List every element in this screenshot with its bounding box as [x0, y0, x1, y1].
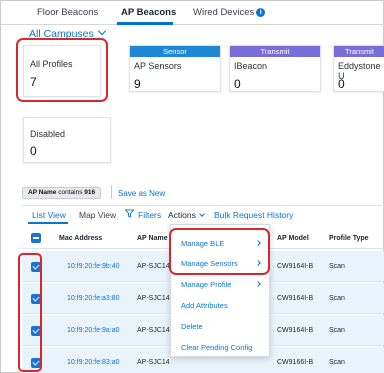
actions-button[interactable]: Actions [168, 210, 205, 220]
card-category-header: Transmit [334, 46, 384, 57]
campus-selector[interactable]: All Campuses [29, 26, 107, 40]
mac-address-link[interactable]: 10:f9:20:fe:9b:40 [67, 263, 120, 270]
card-label: AP Sensors [134, 61, 182, 71]
actions-label: Actions [168, 210, 196, 220]
card-label: Disabled [30, 129, 66, 139]
all-profiles-card[interactable]: All Profiles 7 [23, 45, 101, 97]
chevron-right-icon [255, 260, 261, 266]
card-value: 0 [234, 77, 241, 91]
disabled-card[interactable]: Disabled 0 [23, 117, 111, 163]
menu-item-manage-sensors[interactable]: Manage Sensors [181, 259, 238, 268]
filters-button[interactable]: Filters [138, 210, 161, 220]
card-value: 0 [30, 144, 37, 158]
menu-item-manage-ble[interactable]: Manage BLE [181, 239, 224, 248]
menu-item-manage-profile[interactable]: Manage Profile [181, 280, 231, 289]
ap-model-cell: CW9164I-B [277, 295, 314, 302]
chevron-right-icon [255, 240, 261, 246]
mac-address-link[interactable]: 10:f9:20:fe:a3:80 [67, 295, 120, 302]
ap-name-cell: AP-SJC14 [137, 359, 170, 366]
divider [111, 185, 112, 199]
column-header[interactable]: Profile Type [329, 235, 369, 242]
profile-type-cell: Scan [329, 263, 345, 270]
tab-wired-devices-label: Wired Devices [193, 7, 255, 18]
chip-value: 916 [84, 189, 96, 196]
tab-list-view[interactable]: List View [32, 210, 66, 220]
profile-type-cell: Scan [329, 295, 345, 302]
tab-floor-beacons[interactable]: Floor Beacons [37, 7, 98, 18]
column-header[interactable]: Mac Address [59, 235, 102, 242]
ap-model-cell: CW9164I-B [277, 327, 314, 334]
save-as-new-link[interactable]: Save as New [118, 189, 165, 198]
menu-item-clear-pending-config[interactable]: Clear Pending Config [181, 343, 252, 352]
mac-address-link[interactable]: 10:f9:20:fe:83:a0 [67, 359, 120, 366]
row-checkbox[interactable] [31, 326, 41, 336]
active-tab-indicator [117, 22, 173, 25]
actions-dropdown-menu: Manage BLE Manage Sensors Manage Profile… [170, 224, 270, 357]
info-icon[interactable]: i [256, 8, 266, 17]
card-value: 7 [30, 75, 37, 89]
ap-model-cell: CW9166I-B [277, 359, 314, 366]
ap-name-cell: AP-SJC14 [137, 295, 170, 302]
menu-item-add-attributes[interactable]: Add Attributes [181, 301, 228, 310]
select-all-checkbox[interactable] [31, 233, 41, 243]
filter-icon[interactable] [125, 209, 134, 218]
tab-map-view[interactable]: Map View [79, 210, 116, 220]
ap-model-cell: CW9164I-B [277, 263, 314, 270]
ibeacon-card[interactable]: Transmit IBeacon 0 [229, 45, 321, 92]
chip-field: AP Name [28, 189, 57, 196]
ap-name-cell: AP-SJC14 [137, 263, 170, 270]
menu-item-delete[interactable]: Delete [181, 322, 203, 331]
tab-ap-beacons[interactable]: AP Beacons [121, 7, 176, 18]
campus-label: All Campuses [29, 28, 94, 40]
profile-type-cell: Scan [329, 327, 345, 334]
card-label: IBeacon [234, 61, 268, 71]
card-category-header: Sensor [130, 46, 220, 57]
beacon-tabs: Floor Beacons AP Beacons Wired Devices i [1, 1, 384, 25]
eddystone-card[interactable]: Transmit Eddystone U 0 [333, 45, 384, 92]
ap-sensors-card[interactable]: Sensor AP Sensors 9 [129, 45, 221, 92]
card-value: 0 [338, 77, 345, 91]
filter-chip[interactable]: AP Name contains 916 [22, 187, 102, 199]
card-value: 9 [134, 77, 141, 91]
app-frame: Floor Beacons AP Beacons Wired Devices i … [0, 0, 384, 373]
chevron-down-icon [199, 211, 205, 217]
tab-wired-devices[interactable]: Wired Devices i [193, 7, 266, 18]
column-header[interactable]: AP Model [277, 235, 309, 242]
chevron-right-icon [255, 281, 261, 287]
chip-operator: contains [58, 189, 83, 196]
card-label: All Profiles [30, 59, 73, 69]
row-checkbox[interactable] [31, 262, 41, 272]
bulk-request-history-link[interactable]: Bulk Request History [214, 210, 293, 220]
profile-type-cell: Scan [329, 359, 345, 366]
mac-address-link[interactable]: 10:f9:20:fe:9a:a0 [67, 327, 120, 334]
divider [22, 205, 384, 206]
ap-name-cell: AP-SJC14 [137, 327, 170, 334]
active-subtab-indicator [28, 222, 68, 224]
row-checkbox[interactable] [31, 294, 41, 304]
chevron-down-icon [97, 26, 107, 36]
card-category-header: Transmit [230, 46, 320, 57]
column-header[interactable]: AP Name [137, 235, 168, 242]
row-checkbox[interactable] [31, 358, 41, 368]
